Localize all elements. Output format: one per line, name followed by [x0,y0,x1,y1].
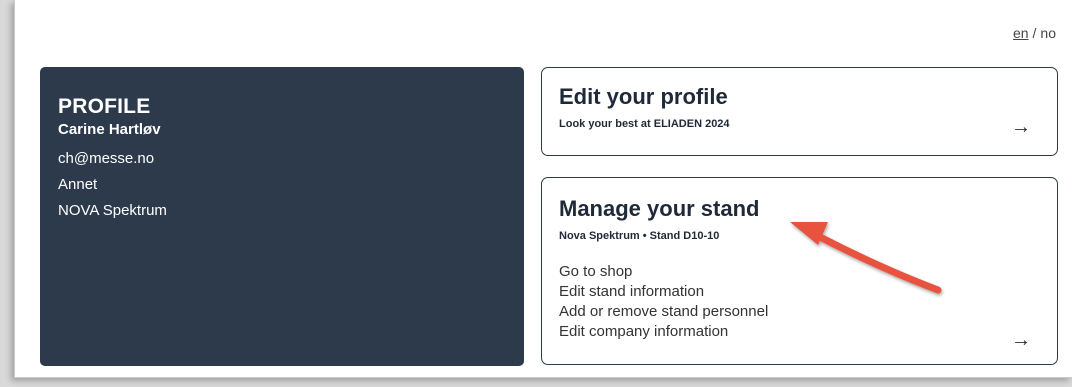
manage-stand-card[interactable]: Manage your stand Nova Spektrum • Stand … [541,177,1058,365]
profile-email: ch@messe.no [58,150,155,167]
app-window: en / no PROFILE Carine Hartløv ch@messe.no… [14,0,1072,378]
manage-stand-subtitle: Nova Spektrum • Stand D10-10 [559,230,720,242]
profile-card: PROFILE Carine Hartløv ch@messe.no Annet… [40,67,524,366]
profile-company: NOVA Spektrum [58,202,167,219]
profile-name: Carine Hartløv [58,121,161,138]
edit-profile-subtitle: Look your best at ELIADEN 2024 [559,118,730,130]
edit-stand-information-link[interactable]: Edit stand information [559,282,1040,302]
language-switcher: en / no [1013,25,1056,41]
go-to-shop-link[interactable]: Go to shop [559,262,1040,282]
edit-profile-title: Edit your profile [559,84,728,109]
profile-role: Annet [58,176,98,193]
lang-separator: / [1032,25,1037,41]
edit-profile-card[interactable]: Edit your profile Look your best at ELIA… [541,67,1058,156]
stand-links: Go to shop Edit stand information Add or… [559,262,1040,342]
stand-personnel-link[interactable]: Add or remove stand personnel [559,302,1040,322]
manage-stand-title: Manage your stand [559,196,760,221]
profile-title: PROFILE [58,95,151,118]
arrow-right-icon: → [1011,329,1031,351]
edit-company-information-link[interactable]: Edit company information [559,322,1040,342]
arrow-right-icon: → [1011,116,1031,138]
lang-en-link[interactable]: en [1013,25,1029,41]
lang-no-link[interactable]: no [1040,25,1056,41]
